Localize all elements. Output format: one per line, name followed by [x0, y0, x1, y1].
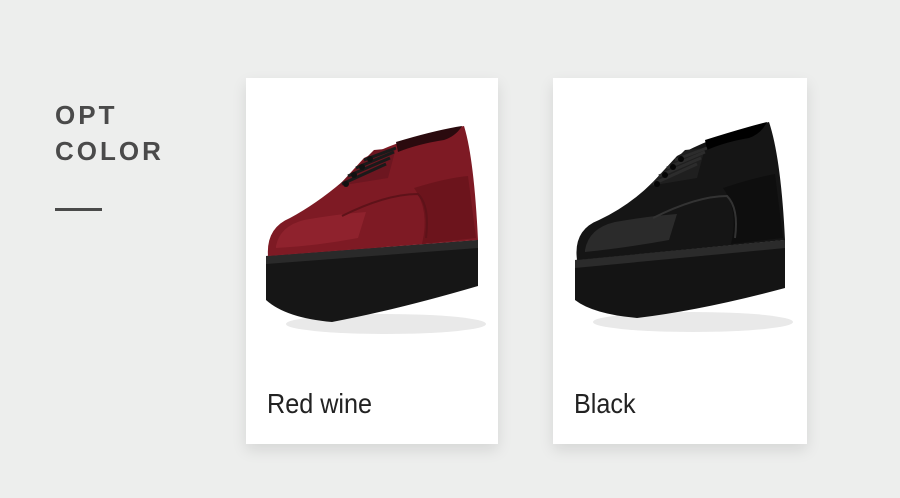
heading-line-color: COLOR [55, 136, 164, 166]
color-option-label: Red wine [267, 388, 373, 419]
color-option-red-wine[interactable]: Red wine [246, 78, 498, 444]
black-shoe-image [575, 122, 793, 332]
heading-line-opt: OPT [55, 100, 118, 130]
color-option-label: Black [574, 388, 636, 419]
section-heading: OPT COLOR [55, 97, 164, 169]
color-option-black[interactable]: Black [553, 78, 807, 444]
heading-divider [55, 208, 102, 211]
red-wine-shoe-image [266, 126, 486, 334]
